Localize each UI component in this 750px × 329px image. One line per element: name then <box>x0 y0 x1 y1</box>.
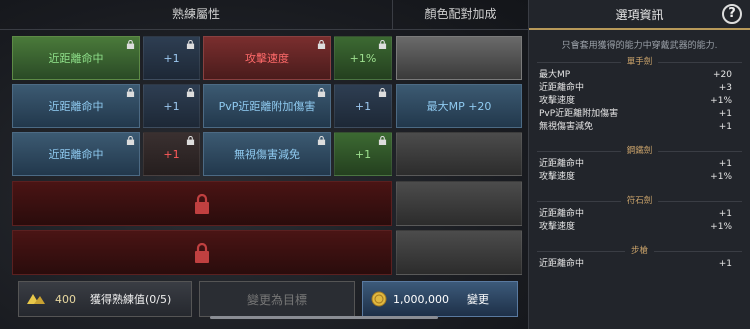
mastery-gain-label: 獲得熟練值(0/5) <box>90 293 172 306</box>
slot-r3-attr[interactable]: 近距離命中 <box>12 132 140 176</box>
change-to-target-button[interactable]: 變更為目標 <box>199 281 355 317</box>
stat-row: 近距離命中 +1 <box>539 209 732 219</box>
slot-value: +1 <box>163 51 180 65</box>
slot-r2-value2[interactable]: +1 <box>334 84 392 128</box>
lock-icon <box>126 88 135 97</box>
slot-label: 近距離命中 <box>48 148 104 161</box>
lock-icon <box>126 40 135 49</box>
slot-label: 近距離命中 <box>48 100 104 113</box>
lock-icon <box>317 88 326 97</box>
change-label: 變更 <box>466 293 489 306</box>
slot-r1-value2[interactable]: +1% <box>334 36 392 80</box>
stat-row: 近距離命中 +3 <box>539 83 732 93</box>
section-header: 符石劍 <box>529 194 750 208</box>
slot-r2-value[interactable]: +1 <box>143 84 200 128</box>
lock-icon <box>317 136 326 145</box>
panel-title: 選項資訊 <box>615 7 664 22</box>
slot-r3-value2[interactable]: +1 <box>334 132 392 176</box>
locked-row-4 <box>12 181 392 226</box>
slot-r2-attr2[interactable]: PvP近距離附加傷害 <box>203 84 331 128</box>
gold-gem-icon <box>27 294 45 304</box>
slot-r1-value[interactable]: +1 <box>143 36 200 80</box>
color-bonus-header: 顏色配對加成 <box>392 0 528 30</box>
section-header: 單手劍 <box>529 55 750 69</box>
stat-row: PvP近距離附加傷害 +1 <box>539 109 732 119</box>
mastery-attributes-header: 熟練屬性 <box>0 0 392 30</box>
lock-icon <box>186 40 195 49</box>
mastery-gain-button[interactable]: 400 獲得熟練值(0/5) <box>18 281 192 317</box>
slot-label: PvP近距離附加傷害 <box>218 100 316 113</box>
lock-icon <box>126 136 135 145</box>
stat-row: 攻擊速度 +1% <box>539 222 732 232</box>
slot-label: 近距離命中 <box>48 52 104 65</box>
stat-row: 攻擊速度 +1% <box>539 96 732 106</box>
color-bonus-slot-2: 最大MP +20 <box>396 84 522 128</box>
section-header: 鋼鐵劍 <box>529 144 750 158</box>
mastery-panel: 熟練屬性 顏色配對加成 近距離命中 +1 攻擊速度 +1% 近距離命中 +1 P… <box>0 0 528 329</box>
slot-r1-attr2[interactable]: 攻擊速度 <box>203 36 331 80</box>
color-bonus-value: 最大MP +20 <box>426 100 492 113</box>
horizontal-scrollbar[interactable] <box>210 316 438 319</box>
slot-value: +1 <box>354 147 372 161</box>
color-bonus-slot-4 <box>396 181 522 226</box>
help-icon[interactable]: ? <box>722 4 742 24</box>
gem-count: 400 <box>55 292 76 306</box>
lock-icon <box>186 88 195 97</box>
stat-row: 無視傷害減免 +1 <box>539 122 732 132</box>
lock-icon <box>378 40 387 49</box>
stat-row: 最大MP +20 <box>539 70 732 80</box>
slot-r1-attr[interactable]: 近距離命中 <box>12 36 140 80</box>
lock-icon <box>195 193 209 214</box>
slot-r3-value[interactable]: +1 <box>143 132 200 176</box>
scrollbar-thumb[interactable] <box>210 316 438 319</box>
stat-row: 攻擊速度 +1% <box>539 172 732 182</box>
slot-value: +1 <box>163 99 180 113</box>
lock-icon <box>186 136 195 145</box>
lock-icon <box>195 242 209 263</box>
slot-value: +1% <box>349 51 377 65</box>
options-info-panel: 選項資訊 ? 只會套用獲得的能力中穿戴武器的能力. 單手劍 最大MP +20 近距… <box>528 0 750 329</box>
color-bonus-slot-1 <box>396 36 522 80</box>
locked-row-5 <box>12 230 392 275</box>
lock-icon <box>378 88 387 97</box>
options-info-header: 選項資訊 ? <box>529 0 750 30</box>
panel-note: 只會套用獲得的能力中穿戴武器的能力. <box>561 41 718 51</box>
slot-r3-attr2[interactable]: 無視傷害減免 <box>203 132 331 176</box>
lock-icon <box>317 40 326 49</box>
change-to-target-label: 變更為目標 <box>246 292 307 307</box>
change-button[interactable]: 1,000,000 變更 <box>362 281 518 317</box>
slot-label: 無視傷害減免 <box>234 148 300 161</box>
section-header: 步槍 <box>529 244 750 258</box>
slot-value: +1 <box>354 99 372 113</box>
slot-value: +1 <box>163 147 180 161</box>
stat-row: 近距離命中 +1 <box>539 259 732 269</box>
color-bonus-slot-3 <box>396 132 522 176</box>
color-bonus-slot-5 <box>396 230 522 275</box>
lock-icon <box>378 136 387 145</box>
slot-label: 攻擊速度 <box>245 52 289 65</box>
stat-row: 近距離命中 +1 <box>539 159 732 169</box>
slot-r2-attr[interactable]: 近距離命中 <box>12 84 140 128</box>
gold-coin-icon <box>371 291 387 307</box>
cost-amount: 1,000,000 <box>393 292 449 306</box>
